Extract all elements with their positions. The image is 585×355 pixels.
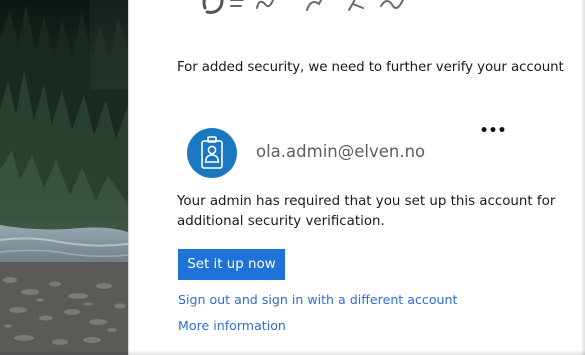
more-options-button[interactable]: ••• (479, 120, 507, 144)
account-avatar (187, 128, 237, 178)
organization-logo (202, 0, 404, 14)
page-title: For added security, we need to further v… (177, 60, 564, 75)
account-email: ola.admin@elven.no (256, 142, 426, 161)
verification-card: For added security, we need to further v… (128, 0, 585, 355)
background-image (0, 0, 128, 355)
window-edge-shadow (581, 0, 585, 355)
more-information-link[interactable]: More information (178, 318, 286, 333)
set-it-up-now-button[interactable]: Set it up now (178, 249, 285, 280)
more-options-icon: ••• (479, 123, 507, 139)
window-bottom-shadow (0, 350, 585, 355)
sign-out-link[interactable]: Sign out and sign in with a different ac… (178, 292, 457, 307)
id-badge-icon (201, 136, 223, 169)
description-text: Your admin has required that you set up … (177, 194, 556, 229)
